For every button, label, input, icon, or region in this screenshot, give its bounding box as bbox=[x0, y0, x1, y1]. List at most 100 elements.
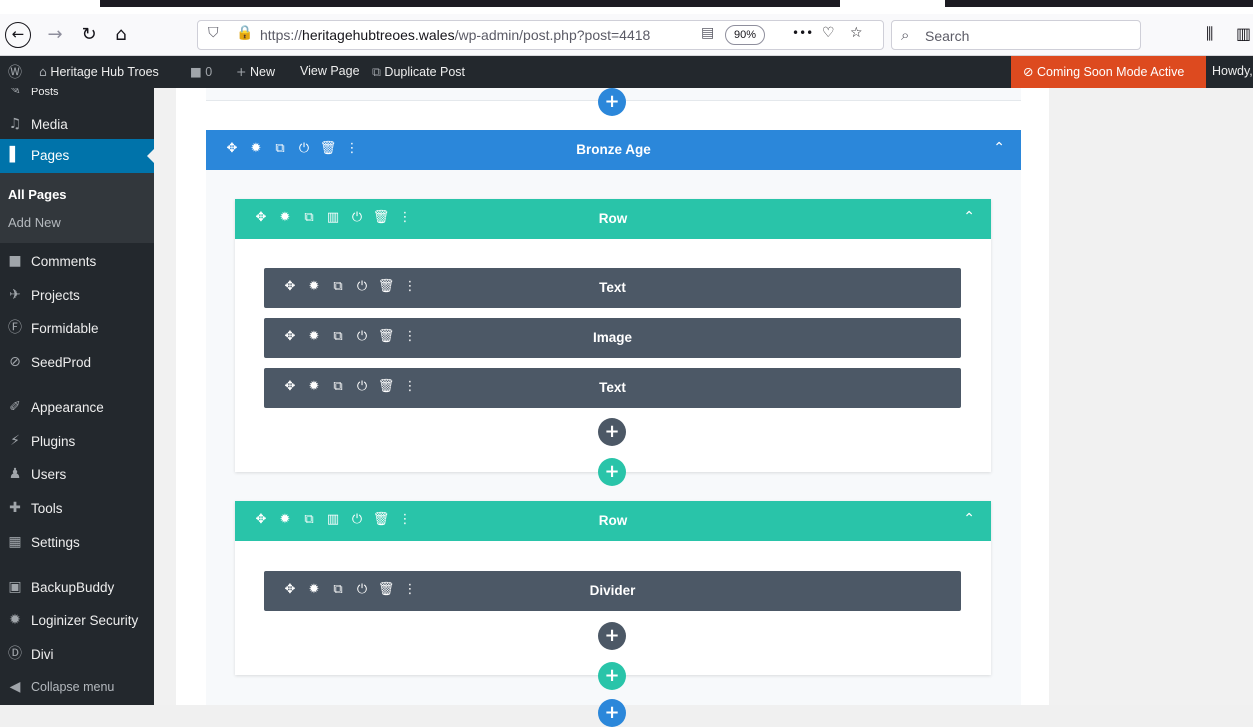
settings-gear-icon[interactable]: ✹ bbox=[302, 379, 326, 394]
chevron-up-icon[interactable]: ⌃ bbox=[963, 511, 975, 527]
sidebar-item-pages[interactable]: ▌ Pages bbox=[0, 139, 154, 173]
trash-icon[interactable]: 🗑 bbox=[316, 141, 340, 156]
add-row-button[interactable]: + bbox=[598, 662, 626, 690]
power-icon[interactable]: ⏻ bbox=[350, 329, 374, 344]
trash-icon[interactable]: 🗑 bbox=[374, 279, 398, 294]
move-icon[interactable]: ✥ bbox=[249, 512, 273, 527]
sidebar-item-plugins[interactable]: ⚡ Plugins bbox=[0, 425, 154, 459]
sidebar-item-tools[interactable]: ✚ Tools bbox=[0, 492, 154, 526]
add-row-button[interactable]: + bbox=[598, 458, 626, 486]
more-options-icon[interactable]: ⋮ bbox=[398, 279, 422, 294]
trash-icon[interactable]: 🗑 bbox=[374, 379, 398, 394]
add-module-button[interactable]: + bbox=[598, 418, 626, 446]
settings-gear-icon[interactable]: ✹ bbox=[273, 512, 297, 527]
chevron-up-icon[interactable]: ⌃ bbox=[963, 209, 975, 225]
power-icon[interactable]: ⏻ bbox=[345, 512, 369, 527]
duplicate-icon[interactable]: ⧉ bbox=[326, 279, 350, 294]
settings-gear-icon[interactable]: ✹ bbox=[302, 329, 326, 344]
move-icon[interactable]: ✥ bbox=[278, 582, 302, 597]
browser-tab[interactable] bbox=[945, 0, 1253, 7]
move-icon[interactable]: ✥ bbox=[278, 279, 302, 294]
site-name-link[interactable]: ⌂ Heritage Hub Troes bbox=[39, 64, 159, 79]
page-actions-icon[interactable]: ••• bbox=[792, 26, 813, 40]
power-icon[interactable]: ⏻ bbox=[350, 279, 374, 294]
wordpress-logo-icon[interactable]: Ⓦ bbox=[8, 62, 22, 82]
move-icon[interactable]: ✥ bbox=[278, 379, 302, 394]
module-image[interactable]: ✥ ✹ ⧉ ⏻ 🗑 ⋮ Image bbox=[264, 318, 961, 358]
more-options-icon[interactable]: ⋮ bbox=[393, 210, 417, 225]
search-input[interactable]: ⌕ Search bbox=[891, 20, 1141, 50]
submenu-add-new[interactable]: Add New bbox=[8, 215, 61, 230]
move-icon[interactable]: ✥ bbox=[220, 141, 244, 156]
duplicate-icon[interactable]: ⧉ bbox=[326, 379, 350, 394]
sidebar-icon[interactable]: ▥ bbox=[1236, 24, 1251, 43]
forward-button[interactable]: → bbox=[42, 22, 68, 48]
sidebar-item-users[interactable]: ♟ Users bbox=[0, 458, 154, 492]
columns-icon[interactable]: ▥ bbox=[321, 210, 345, 225]
lock-icon[interactable]: 🔒 bbox=[236, 25, 253, 41]
section-header[interactable]: ✥ ✹ ⧉ ⏻ 🗑 ⋮ Bronze Age ⌃ bbox=[206, 130, 1021, 170]
duplicate-icon[interactable]: ⧉ bbox=[268, 141, 292, 156]
library-icon[interactable]: ⫼ bbox=[1206, 24, 1213, 44]
add-section-button[interactable]: + bbox=[598, 88, 626, 116]
add-section-button[interactable]: + bbox=[598, 699, 626, 727]
row-header[interactable]: ✥ ✹ ⧉ ▥ ⏻ 🗑 ⋮ Row ⌃ bbox=[235, 501, 991, 541]
sidebar-item-comments[interactable]: ■ Comments bbox=[0, 245, 154, 279]
sidebar-item-divi[interactable]: Ⓓ Divi bbox=[0, 638, 154, 672]
more-options-icon[interactable]: ⋮ bbox=[398, 329, 422, 344]
submenu-all-pages[interactable]: All Pages bbox=[8, 187, 67, 202]
reader-view-icon[interactable]: ▤ bbox=[701, 25, 714, 41]
sidebar-item-backupbuddy[interactable]: ▣ BackupBuddy bbox=[0, 571, 154, 605]
duplicate-icon[interactable]: ⧉ bbox=[326, 329, 350, 344]
trash-icon[interactable]: 🗑 bbox=[374, 582, 398, 597]
settings-gear-icon[interactable]: ✹ bbox=[302, 582, 326, 597]
columns-icon[interactable]: ▥ bbox=[321, 512, 345, 527]
new-content-link[interactable]: + New bbox=[236, 64, 275, 79]
sidebar-item-loginizer[interactable]: ✹ Loginizer Security bbox=[0, 604, 154, 638]
power-icon[interactable]: ⏻ bbox=[345, 210, 369, 225]
trash-icon[interactable]: 🗑 bbox=[374, 329, 398, 344]
module-divider[interactable]: ✥ ✹ ⧉ ⏻ 🗑 ⋮ Divider bbox=[264, 571, 961, 611]
move-icon[interactable]: ✥ bbox=[249, 210, 273, 225]
pocket-icon[interactable]: ♡ bbox=[822, 25, 835, 41]
more-options-icon[interactable]: ⋮ bbox=[398, 379, 422, 394]
coming-soon-badge[interactable]: ⊘ Coming Soon Mode Active bbox=[1011, 56, 1206, 88]
sidebar-item-media[interactable]: ♫ Media bbox=[0, 108, 154, 142]
settings-gear-icon[interactable]: ✹ bbox=[244, 141, 268, 156]
move-icon[interactable]: ✥ bbox=[278, 329, 302, 344]
address-bar[interactable]: ⛉ 🔒 https://heritagehubtreoes.wales/wp-a… bbox=[197, 20, 884, 50]
trash-icon[interactable]: 🗑 bbox=[369, 210, 393, 225]
comments-link[interactable]: ■ 0 bbox=[190, 64, 212, 79]
module-text[interactable]: ✥ ✹ ⧉ ⏻ 🗑 ⋮ Text bbox=[264, 368, 961, 408]
module-text[interactable]: ✥ ✹ ⧉ ⏻ 🗑 ⋮ Text bbox=[264, 268, 961, 308]
bookmark-star-icon[interactable]: ☆ bbox=[850, 25, 863, 41]
chevron-up-icon[interactable]: ⌃ bbox=[993, 140, 1005, 156]
duplicate-icon[interactable]: ⧉ bbox=[297, 210, 321, 225]
duplicate-post-link[interactable]: ⧉ Duplicate Post bbox=[372, 64, 465, 80]
browser-tab[interactable] bbox=[100, 0, 840, 7]
more-options-icon[interactable]: ⋮ bbox=[340, 141, 364, 156]
power-icon[interactable]: ⏻ bbox=[292, 141, 316, 156]
trash-icon[interactable]: 🗑 bbox=[369, 512, 393, 527]
shield-icon[interactable]: ⛉ bbox=[208, 25, 219, 41]
sidebar-item-formidable[interactable]: Ⓕ Formidable bbox=[0, 312, 154, 346]
power-icon[interactable]: ⏻ bbox=[350, 582, 374, 597]
row-header[interactable]: ✥ ✹ ⧉ ▥ ⏻ 🗑 ⋮ Row ⌃ bbox=[235, 199, 991, 239]
power-icon[interactable]: ⏻ bbox=[350, 379, 374, 394]
reload-button[interactable]: ↻ bbox=[76, 22, 102, 48]
sidebar-item-settings[interactable]: ▦ Settings bbox=[0, 526, 154, 560]
add-module-button[interactable]: + bbox=[598, 622, 626, 650]
zoom-level[interactable]: 90% bbox=[725, 25, 765, 45]
duplicate-icon[interactable]: ⧉ bbox=[326, 582, 350, 597]
more-options-icon[interactable]: ⋮ bbox=[393, 512, 417, 527]
url-text[interactable]: https://heritagehubtreoes.wales/wp-admin… bbox=[260, 27, 700, 43]
home-button[interactable]: ⌂ bbox=[108, 22, 134, 48]
more-options-icon[interactable]: ⋮ bbox=[398, 582, 422, 597]
collapse-menu-button[interactable]: ◀ Collapse menu bbox=[0, 671, 154, 705]
howdy-user-menu[interactable]: Howdy, bbox=[1212, 64, 1253, 78]
back-button[interactable]: ← bbox=[5, 22, 31, 48]
settings-gear-icon[interactable]: ✹ bbox=[273, 210, 297, 225]
sidebar-item-seedprod[interactable]: ⊘ SeedProd bbox=[0, 346, 154, 380]
sidebar-item-appearance[interactable]: ✐ Appearance bbox=[0, 391, 154, 425]
view-page-link[interactable]: View Page bbox=[300, 64, 360, 78]
